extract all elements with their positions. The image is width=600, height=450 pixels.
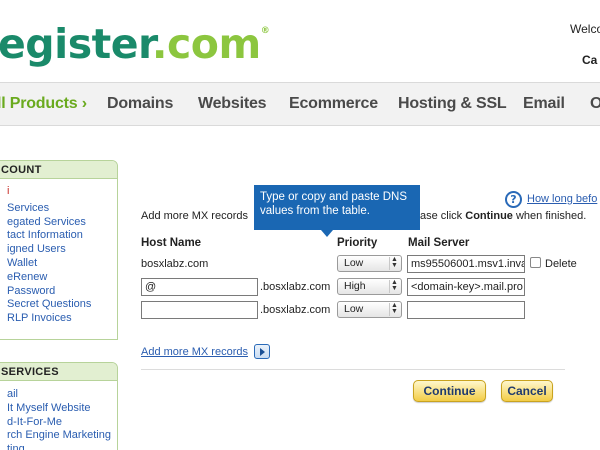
- instructions-prefix: ase click: [420, 210, 466, 222]
- row2-host-input[interactable]: @: [141, 278, 258, 296]
- account-link-wrlp-invoices[interactable]: RLP Invoices: [1, 312, 117, 326]
- logo-domain-text: .com: [151, 20, 261, 68]
- services-link-do-it-myself-website[interactable]: It Myself Website: [1, 402, 117, 416]
- instructions-continue-text: ase click Continue when finished.: [420, 210, 586, 222]
- stepper-arrows-icon: ▲ ▼: [389, 302, 399, 316]
- row3-priority-value: Low: [344, 303, 364, 315]
- row1-delete-checkbox[interactable]: [530, 257, 541, 268]
- account-link-password[interactable]: Password: [1, 285, 117, 299]
- services-panel: SERVICES ail It Myself Website d-It-For-…: [0, 362, 118, 450]
- services-link-email[interactable]: ail: [1, 388, 117, 402]
- nav-ecommerce[interactable]: Ecommerce: [289, 95, 378, 113]
- continue-button[interactable]: Continue: [413, 380, 486, 402]
- nav-hosting-ssl[interactable]: Hosting & SSL: [398, 95, 507, 113]
- row1-mail-server-input[interactable]: ms95506001.msv1.inva: [407, 255, 525, 273]
- row3-mail-server-input[interactable]: [407, 301, 525, 319]
- welcome-text: Welco: [570, 22, 600, 36]
- row2-priority-value: High: [344, 280, 366, 292]
- row3-priority-select[interactable]: Low ▲ ▼: [337, 301, 402, 318]
- account-link-assigned-users[interactable]: igned Users: [1, 243, 117, 257]
- register-logo[interactable]: egister.com®: [0, 20, 270, 68]
- account-link-autorenew[interactable]: eRenew: [1, 271, 117, 285]
- instructions-bold: Continue: [465, 210, 513, 222]
- account-link-user[interactable]: i: [1, 185, 117, 199]
- logo-text: egister: [0, 20, 152, 68]
- row1-priority-select[interactable]: Low ▲ ▼: [337, 255, 402, 272]
- row3-domain-suffix: .bosxlabz.com: [260, 304, 331, 316]
- account-link-contact-information[interactable]: tact Information: [1, 229, 117, 243]
- row1-priority-value: Low: [344, 257, 364, 269]
- tooltip-pointer: [321, 230, 333, 237]
- main-nav: ll Products › Domains Websites Ecommerce…: [0, 82, 600, 126]
- instructions-suffix: when finished.: [512, 210, 587, 222]
- row3-host-input[interactable]: [141, 301, 258, 319]
- arrow-right-icon[interactable]: [254, 344, 270, 359]
- nav-all-products[interactable]: ll Products ›: [0, 95, 87, 113]
- stepper-arrows-icon: ▲ ▼: [389, 256, 399, 270]
- account-link-secret-questions[interactable]: Secret Questions: [1, 298, 117, 312]
- nav-email[interactable]: Email: [523, 95, 565, 113]
- account-link-wallet[interactable]: Wallet: [1, 257, 117, 271]
- dns-values-tooltip: Type or copy and paste DNS values from t…: [254, 185, 420, 230]
- cancel-button[interactable]: Cancel: [501, 380, 553, 402]
- account-link-delegated-services[interactable]: egated Services: [1, 216, 117, 230]
- logo-registered-mark: ®: [260, 26, 270, 36]
- priority-heading: Priority: [337, 237, 378, 249]
- add-more-mx-records-link[interactable]: Add more MX records: [141, 346, 248, 358]
- row2-priority-select[interactable]: High ▲ ▼: [337, 278, 402, 295]
- stepper-arrows-icon: ▲ ▼: [389, 279, 399, 293]
- row1-delete-label: Delete: [545, 258, 577, 270]
- host-name-heading: Host Name: [141, 237, 202, 249]
- mail-server-heading: Mail Server: [408, 237, 470, 249]
- help-icon[interactable]: ?: [505, 191, 522, 208]
- services-link-search-engine-marketing[interactable]: rch Engine Marketing: [1, 429, 117, 443]
- row2-mail-server-input[interactable]: <domain-key>.mail.pro: [407, 278, 525, 296]
- header: egister.com® Welco Ca: [0, 0, 600, 82]
- row2-domain-suffix: .bosxlabz.com: [260, 281, 331, 293]
- nav-websites[interactable]: Websites: [198, 95, 267, 113]
- account-link-services[interactable]: Services: [1, 202, 117, 216]
- account-panel-title: COUNT: [0, 161, 117, 179]
- help-link[interactable]: How long befo: [527, 193, 597, 205]
- divider: [141, 369, 565, 370]
- nav-other[interactable]: O: [590, 95, 600, 113]
- cart-link[interactable]: Ca: [582, 53, 597, 67]
- instructions-text: Add more MX records: [141, 210, 248, 222]
- services-link-do-it-for-me[interactable]: d-It-For-Me: [1, 416, 117, 430]
- services-link-hosting[interactable]: ting: [1, 443, 117, 450]
- account-panel: COUNT i Services egated Services tact In…: [0, 160, 118, 340]
- nav-domains[interactable]: Domains: [107, 95, 173, 113]
- services-panel-title: SERVICES: [0, 363, 117, 381]
- row1-host-name: bosxlabz.com: [141, 258, 209, 270]
